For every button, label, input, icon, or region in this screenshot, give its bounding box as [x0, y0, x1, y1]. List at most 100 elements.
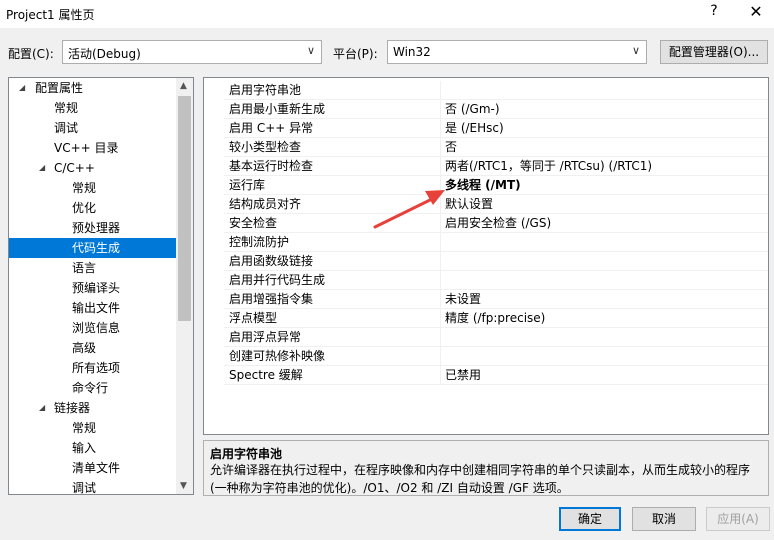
tree-item[interactable]: VC++ 目录	[9, 138, 177, 158]
property-value[interactable]	[441, 328, 768, 347]
property-value[interactable]: 是 (/EHsc)	[441, 119, 768, 138]
tree-item-label: 所有选项	[72, 361, 121, 375]
tree-item-label: 常规	[54, 101, 79, 115]
property-row[interactable]: 浮点模型 精度 (/fp:precise)	[204, 309, 768, 328]
tree-item[interactable]: 预处理器	[9, 218, 177, 238]
property-row[interactable]: 较小类型检查否	[204, 138, 768, 157]
property-value[interactable]: 两者(/RTC1，等同于 /RTCsu) (/RTC1)	[441, 157, 768, 176]
property-value[interactable]: 启用安全检查 (/GS)	[441, 214, 768, 233]
apply-button[interactable]: 应用(A)	[706, 507, 770, 531]
property-name: 启用并行代码生成	[224, 271, 441, 290]
tree-item-label: C/C++	[54, 161, 95, 175]
help-icon[interactable]: ?	[708, 3, 720, 19]
tree-item-label: 调试	[72, 481, 97, 495]
config-label: 配置(C):	[8, 47, 54, 61]
property-name: 启用增强指令集	[224, 290, 441, 309]
tree-item-label: 常规	[72, 421, 97, 435]
property-row[interactable]: 基本运行时检查 两者(/RTC1，等同于 /RTCsu) (/RTC1)	[204, 157, 768, 176]
property-row[interactable]: 控制流防护	[204, 233, 768, 252]
scroll-down-icon[interactable]: ▼	[180, 481, 187, 491]
tree-item[interactable]: 浏览信息	[9, 318, 177, 338]
tree-item-label: 输入	[72, 441, 97, 455]
tree-item[interactable]: 常规	[9, 178, 177, 198]
window-title: Project1 属性页	[6, 8, 95, 22]
property-row[interactable]: 结构成员对齐 默认设置	[204, 195, 768, 214]
tree-item-label: 命令行	[72, 381, 109, 395]
tree-item-label: 语言	[72, 261, 97, 275]
property-row[interactable]: 运行库 多线程 (/MT)	[204, 176, 768, 195]
platform-dropdown[interactable]: Win32 ∨	[387, 40, 647, 64]
property-row[interactable]: 启用增强指令集 未设置	[204, 290, 768, 309]
property-grid[interactable]: 启用字符串池 启用最小重新生成否 (/Gm-) 启用 C++ 异常是 (/EHsc)…	[203, 77, 769, 435]
property-name: 基本运行时检查	[224, 157, 441, 176]
tree-item[interactable]: ◢ 配置属性	[9, 78, 177, 98]
property-name: 启用浮点异常	[224, 328, 441, 347]
close-icon[interactable]: ✕	[748, 2, 764, 21]
description-text: 允许编译器在执行过程中，在程序映像和内存中创建相同字符串的单个只读副本，从而生成…	[210, 463, 751, 495]
tree-item[interactable]: ◢ 链接器	[9, 398, 177, 418]
tree-item[interactable]: 常规	[9, 418, 177, 438]
property-value[interactable]	[441, 347, 768, 366]
tree-item[interactable]: 优化	[9, 198, 177, 218]
cancel-button[interactable]: 取消	[632, 507, 696, 531]
config-dropdown[interactable]: 活动(Debug) ∨	[62, 40, 322, 64]
tree-item[interactable]: 清单文件	[9, 458, 177, 478]
config-manager-button[interactable]: 配置管理器(O)...	[660, 40, 768, 64]
ok-button[interactable]: 确定	[559, 507, 621, 531]
property-name: 启用最小重新生成	[224, 100, 441, 119]
property-value[interactable]: 默认设置	[441, 195, 768, 214]
tree-item-label: VC++ 目录	[54, 141, 119, 155]
tree-item[interactable]: 预编译头	[9, 278, 177, 298]
property-value[interactable]: 否	[441, 138, 768, 157]
property-value[interactable]	[441, 252, 768, 271]
property-value[interactable]: 已禁用	[441, 366, 768, 385]
property-row[interactable]: 启用浮点异常	[204, 328, 768, 347]
property-value[interactable]: 多线程 (/MT)	[441, 176, 768, 195]
expand-toggle-icon[interactable]: ◢	[39, 398, 49, 418]
property-row[interactable]: 启用 C++ 异常是 (/EHsc)	[204, 119, 768, 138]
chevron-down-icon: ∨	[306, 44, 315, 57]
tree-item[interactable]: 命令行	[9, 378, 177, 398]
tree-item-label: 调试	[54, 121, 79, 135]
property-name: 运行库	[224, 176, 441, 195]
property-row[interactable]: 安全检查 启用安全检查 (/GS)	[204, 214, 768, 233]
tree-item[interactable]: 调试	[9, 478, 177, 495]
property-name: 控制流防护	[224, 233, 441, 252]
chevron-down-icon: ∨	[631, 44, 640, 57]
property-value[interactable]	[441, 81, 768, 100]
description-title: 启用字符串池	[210, 447, 283, 461]
tree-item-label: 浏览信息	[72, 321, 121, 335]
tree-item[interactable]: 代码生成	[9, 238, 177, 258]
tree-item[interactable]: ◢ C/C++	[9, 158, 177, 178]
property-value[interactable]: 精度 (/fp:precise)	[441, 309, 768, 328]
tree-item[interactable]: 输入	[9, 438, 177, 458]
scroll-thumb[interactable]	[178, 96, 191, 321]
tree-item-label: 清单文件	[72, 461, 121, 475]
tree-item[interactable]: 高级	[9, 338, 177, 358]
property-value[interactable]	[441, 233, 768, 252]
property-row[interactable]: 启用并行代码生成	[204, 271, 768, 290]
tree-item[interactable]: 输出文件	[9, 298, 177, 318]
property-value[interactable]: 未设置	[441, 290, 768, 309]
tree-item[interactable]: 调试	[9, 118, 177, 138]
expand-toggle-icon[interactable]: ◢	[19, 78, 29, 98]
property-name: Spectre 缓解	[224, 366, 441, 385]
tree-item[interactable]: 常规	[9, 98, 177, 118]
scroll-up-icon[interactable]: ▲	[180, 81, 187, 91]
property-row[interactable]: 启用函数级链接	[204, 252, 768, 271]
property-row[interactable]: Spectre 缓解 已禁用	[204, 366, 768, 385]
platform-label: 平台(P):	[333, 47, 378, 61]
property-name: 启用字符串池	[224, 81, 441, 100]
tree-item[interactable]: 语言	[9, 258, 177, 278]
property-value[interactable]: 否 (/Gm-)	[441, 100, 768, 119]
tree-item[interactable]: 所有选项	[9, 358, 177, 378]
property-name: 启用 C++ 异常	[224, 119, 441, 138]
property-name: 结构成员对齐	[224, 195, 441, 214]
property-tree[interactable]: ◢ 配置属性 常规 调试 VC++ 目录 ◢ C/C++ 常规 优化 预处理器 代码生成 语言 预编译头…	[8, 77, 194, 495]
property-row[interactable]: 启用字符串池	[204, 81, 768, 100]
expand-toggle-icon[interactable]: ◢	[39, 158, 49, 178]
tree-scrollbar[interactable]: ▲ ▼	[176, 78, 193, 494]
property-row[interactable]: 创建可热修补映像	[204, 347, 768, 366]
property-row[interactable]: 启用最小重新生成否 (/Gm-)	[204, 100, 768, 119]
property-value[interactable]	[441, 271, 768, 290]
